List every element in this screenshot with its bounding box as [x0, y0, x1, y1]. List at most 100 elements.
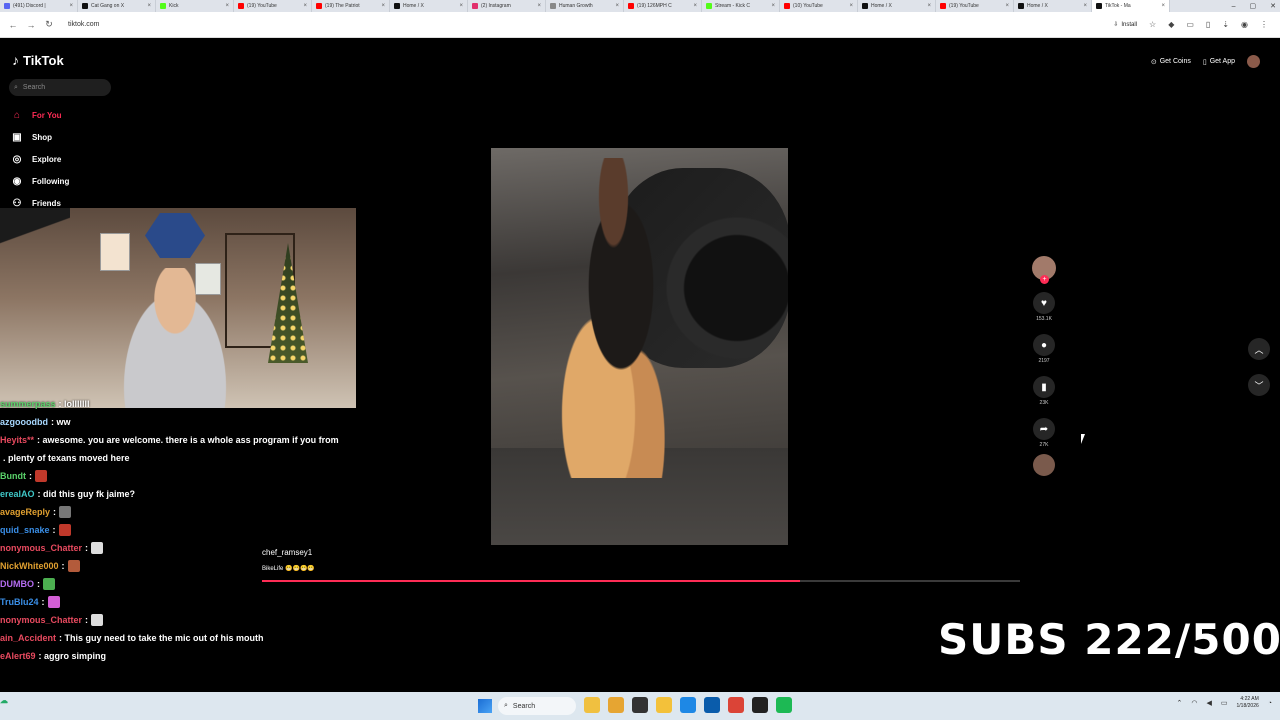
save-button[interactable]: ▮ [1033, 376, 1055, 398]
browser-tab[interactable]: TikTok - Ma × [1092, 0, 1170, 12]
chat-message: DUMBO: [0, 575, 360, 593]
sidebar-item-for-you[interactable]: ⌂ For You [11, 104, 70, 126]
tab-close-icon[interactable]: × [693, 3, 697, 9]
following-icon: ◉ [12, 175, 22, 187]
sidebar-item-shop[interactable]: ▣ Shop [11, 126, 70, 148]
comment-button[interactable]: ● [1033, 334, 1055, 356]
sidebar-item-following[interactable]: ◉ Following [11, 170, 70, 192]
install-button[interactable]: ⇩ Install [1113, 21, 1137, 29]
chat-message: NickWhite000: [0, 557, 360, 575]
tab-close-icon[interactable]: × [771, 3, 775, 9]
get-app-button[interactable]: ▯ Get App [1203, 58, 1235, 66]
tab-close-icon[interactable]: × [1083, 3, 1087, 9]
browser-tab[interactable]: Kick × [156, 0, 234, 12]
sound-disc[interactable] [1033, 454, 1055, 476]
video-player[interactable] [491, 148, 788, 545]
widgets-app-icon[interactable] [584, 697, 600, 713]
volume-icon[interactable]: ◀ [1207, 699, 1212, 707]
sidebar-icon[interactable]: ▯ [1206, 20, 1210, 29]
tab-close-icon[interactable]: × [225, 3, 229, 9]
tab-close-icon[interactable]: × [69, 3, 73, 9]
chat-text: : lolllllll [58, 399, 90, 409]
tab-close-icon[interactable]: × [147, 3, 151, 9]
minimize-icon[interactable]: – [1232, 3, 1236, 10]
task-view-icon[interactable] [632, 697, 648, 713]
tab-close-icon[interactable]: × [537, 3, 541, 9]
tab-label: Home / X [1027, 3, 1048, 9]
close-window-icon[interactable]: ✕ [1270, 2, 1276, 10]
tab-favicon-icon [472, 3, 478, 9]
share-button[interactable]: ➦ [1033, 418, 1055, 440]
browser-tab[interactable]: Stream - Kick C × [702, 0, 780, 12]
browser-tab[interactable]: (491) Discord | × [0, 0, 78, 12]
tiktok-logo[interactable]: ♪ TikTok [12, 52, 64, 68]
browser-tab[interactable]: (10) YouTube × [780, 0, 858, 12]
browser-tab[interactable]: Home / X × [390, 0, 468, 12]
spotify-app-icon[interactable] [776, 697, 792, 713]
reload-icon[interactable]: ↻ [44, 19, 54, 30]
extensions-icon[interactable]: ◆ [1168, 20, 1174, 29]
url-field[interactable]: tiktok.com [68, 21, 100, 28]
notifications-icon[interactable]: ◔ [1268, 700, 1272, 707]
copilot-app-icon[interactable] [608, 697, 624, 713]
browser-tab[interactable]: (19) The Patriot × [312, 0, 390, 12]
browser-tab[interactable]: Human Growth × [546, 0, 624, 12]
taskbar-clock[interactable]: 4:22 AM 1/18/2026 [1237, 696, 1259, 710]
tab-label: (19) YouTube [949, 3, 979, 9]
back-icon[interactable]: ← [8, 20, 18, 30]
previous-video-button[interactable]: ︿ [1248, 338, 1270, 360]
top-right-actions: ⊙ Get Coins ▯ Get App [1151, 55, 1260, 68]
browser-tab[interactable]: (19) 126MPH C × [624, 0, 702, 12]
tray-chevron-icon[interactable]: ⌃ [1177, 699, 1183, 707]
store-app-icon[interactable] [704, 697, 720, 713]
get-coins-label: Get Coins [1159, 58, 1191, 65]
tab-close-icon[interactable]: × [1161, 3, 1165, 9]
tab-close-icon[interactable]: × [927, 3, 931, 9]
profile-icon[interactable]: ◉ [1241, 20, 1248, 29]
tab-close-icon[interactable]: × [381, 3, 385, 9]
tab-close-icon[interactable]: × [849, 3, 853, 9]
video-progress-bar[interactable] [262, 580, 1020, 582]
tab-favicon-icon [706, 3, 712, 9]
browser-tab[interactable]: (19) YouTube × [936, 0, 1014, 12]
tab-close-icon[interactable]: × [615, 3, 619, 9]
downloads-icon[interactable]: ⇣ [1222, 20, 1229, 29]
obs-app-icon[interactable] [752, 697, 768, 713]
user-avatar[interactable] [1247, 55, 1260, 68]
next-video-button[interactable]: ﹀ [1248, 374, 1270, 396]
chat-username: erealAO [0, 489, 35, 499]
tab-close-icon[interactable]: × [303, 3, 307, 9]
follow-plus-icon[interactable]: + [1040, 275, 1049, 284]
chat-username: NickWhite000 [0, 561, 59, 571]
network-icon[interactable]: ◠ [1191, 699, 1197, 707]
bookmark-star-icon[interactable]: ☆ [1149, 20, 1156, 29]
maximize-icon[interactable]: ▢ [1250, 2, 1257, 10]
forward-icon[interactable]: → [26, 20, 36, 30]
address-bar: ← → ↻ tiktok.com ⇩ Install ☆ ◆ ▭ ▯ ⇣ ◉ ⋮ [0, 12, 1280, 38]
cast-icon[interactable]: ▭ [1186, 20, 1194, 29]
tab-close-icon[interactable]: × [1005, 3, 1009, 9]
browser-tab[interactable]: (2) Instagram × [468, 0, 546, 12]
menu-icon[interactable]: ⋮ [1260, 20, 1268, 29]
get-coins-button[interactable]: ⊙ Get Coins [1151, 58, 1191, 66]
system-tray: ⌃ ◠ ◀ ▭ 4:22 AM 1/18/2026 ◔ [1177, 696, 1272, 710]
browser-tab[interactable]: Home / X × [858, 0, 936, 12]
taskbar-widget[interactable]: ☁ [0, 696, 8, 705]
battery-icon[interactable]: ▭ [1221, 699, 1228, 707]
chrome-browser-icon[interactable] [728, 697, 744, 713]
file-explorer-icon[interactable] [656, 697, 672, 713]
browser-tab[interactable]: (19) YouTube × [234, 0, 312, 12]
chat-username: TruBlu24 [0, 597, 39, 607]
creator-avatar[interactable]: + [1032, 256, 1056, 284]
tab-close-icon[interactable]: × [459, 3, 463, 9]
search-input[interactable]: ⌕ Search [9, 79, 111, 96]
sidebar-item-explore[interactable]: ◎ Explore [11, 148, 70, 170]
start-button[interactable] [478, 699, 492, 713]
browser-tab[interactable]: Cat Gang on X × [78, 0, 156, 12]
edge-browser-icon[interactable] [680, 697, 696, 713]
taskbar-search[interactable]: ⌕ Search [498, 697, 576, 715]
tab-favicon-icon [238, 3, 244, 9]
like-button[interactable]: ♥ [1033, 292, 1055, 314]
browser-tab[interactable]: Home / X × [1014, 0, 1092, 12]
tab-favicon-icon [784, 3, 790, 9]
